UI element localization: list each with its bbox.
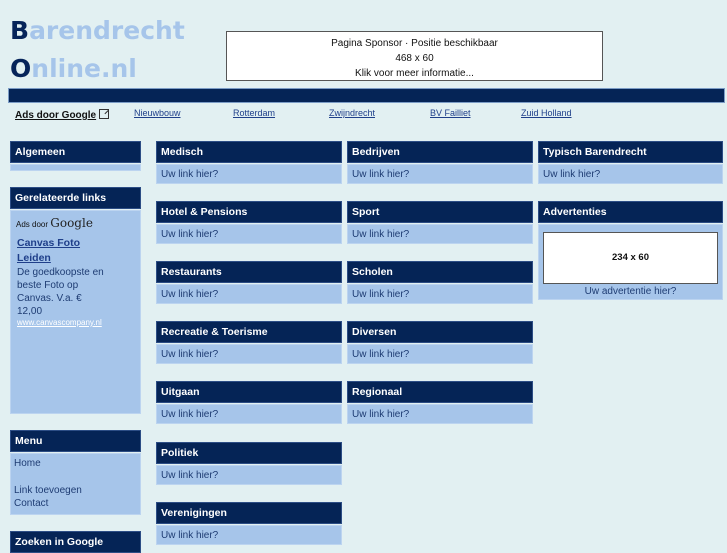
typisch-barendrecht-link[interactable]: Uw link hier? xyxy=(538,164,723,184)
category-regionaal: Regionaal Uw link hier? xyxy=(347,381,533,424)
category-header: Scholen xyxy=(347,261,533,283)
gerelateerde-links-header: Gerelateerde links xyxy=(10,187,141,209)
sponsor-size: 468 x 60 xyxy=(395,53,434,64)
menu-panel: Menu Home Link toevoegen Contact xyxy=(10,430,141,515)
ad-text-line-3: Canvas. V.a. € xyxy=(17,293,82,304)
sponsor-line-3: Klik voor meer informatie... xyxy=(355,68,474,79)
sponsor-line-1: Pagina Sponsor · Positie beschikbaar xyxy=(331,38,498,49)
sponsor-banner[interactable]: Pagina Sponsor · Positie beschikbaar 468… xyxy=(226,31,603,81)
ads-prefix: Ads door xyxy=(16,220,49,229)
category-link[interactable]: Uw link hier? xyxy=(156,164,342,184)
ad-text-line-1: De goedkoopste en xyxy=(17,267,104,278)
advertentie-link[interactable]: Uw advertentie hier? xyxy=(539,285,722,299)
category-medisch: Medisch Uw link hier? xyxy=(156,141,342,184)
menu-item-home[interactable]: Home xyxy=(14,457,137,470)
category-header: Recreatie & Toerisme xyxy=(156,321,342,343)
category-link[interactable]: Uw link hier? xyxy=(156,224,342,244)
algemeen-body xyxy=(10,164,141,171)
nav-bar xyxy=(8,88,725,103)
category-hotel-pensions: Hotel & Pensions Uw link hier? xyxy=(156,201,342,244)
ad-link-nieuwbouw[interactable]: Nieuwbouw xyxy=(134,108,181,118)
category-header: Diversen xyxy=(347,321,533,343)
external-link-icon xyxy=(99,109,110,119)
category-header: Bedrijven xyxy=(347,141,533,163)
category-politiek: Politiek Uw link hier? xyxy=(156,442,342,485)
category-header: Hotel & Pensions xyxy=(156,201,342,223)
logo-text-line2: nline.nl xyxy=(31,54,137,83)
gerelateerde-links-body: Ads door Google Canvas Foto Leiden De goe… xyxy=(10,210,141,414)
typisch-barendrecht-header: Typisch Barendrecht xyxy=(538,141,723,163)
category-recreatie-toerisme: Recreatie & Toerisme Uw link hier? xyxy=(156,321,342,364)
category-link[interactable]: Uw link hier? xyxy=(156,284,342,304)
category-link[interactable]: Uw link hier? xyxy=(347,404,533,424)
logo-text-line1: arendrecht xyxy=(29,16,185,45)
ad-url-link[interactable]: www.canvascompany.nl xyxy=(17,318,137,327)
menu-body: Home Link toevoegen Contact xyxy=(10,453,141,515)
menu-header: Menu xyxy=(10,430,141,452)
ad-link-zwijndrecht[interactable]: Zwijndrecht xyxy=(329,108,375,118)
ad-text-line-2: beste Foto op xyxy=(17,280,79,291)
category-link[interactable]: Uw link hier? xyxy=(156,465,342,485)
ad-text-line-4: 12,00 xyxy=(17,306,43,317)
google-logo: Google xyxy=(50,216,93,230)
category-header: Verenigingen xyxy=(156,502,342,524)
ad-title-link[interactable]: Canvas Foto Leiden xyxy=(17,236,137,266)
ad-link-zuid-holland[interactable]: Zuid Holland xyxy=(521,108,572,118)
ad-links-bar: Ads door Google Nieuwbouw Rotterdam Zwij… xyxy=(0,108,727,122)
ad-title-line-1: Canvas Foto xyxy=(17,237,81,249)
category-link[interactable]: Uw link hier? xyxy=(156,525,342,545)
category-bedrijven: Bedrijven Uw link hier? xyxy=(347,141,533,184)
category-sport: Sport Uw link hier? xyxy=(347,201,533,244)
category-diversen: Diversen Uw link hier? xyxy=(347,321,533,364)
site-logo[interactable]: Barendrecht Online.nl xyxy=(10,12,185,88)
ad-link-bv-failliet[interactable]: BV Failliet xyxy=(430,108,471,118)
category-verenigingen: Verenigingen Uw link hier? xyxy=(156,502,342,545)
logo-initial-o: O xyxy=(10,54,32,83)
gerelateerde-links-panel: Gerelateerde links Ads door Google Canva… xyxy=(10,187,141,414)
typisch-barendrecht-panel: Typisch Barendrecht Uw link hier? xyxy=(538,141,723,184)
category-header: Regionaal xyxy=(347,381,533,403)
zoeken-header: Zoeken in Google xyxy=(10,531,141,553)
category-header: Uitgaan xyxy=(156,381,342,403)
ad-title-line-2: Leiden xyxy=(17,252,51,264)
ad-description: De goedkoopste en beste Foto op Canvas. … xyxy=(17,266,137,318)
advertenties-body: 234 x 60 Uw advertentie hier? xyxy=(538,224,723,300)
category-link[interactable]: Uw link hier? xyxy=(156,404,342,424)
category-link[interactable]: Uw link hier? xyxy=(347,164,533,184)
algemeen-panel: Algemeen xyxy=(10,141,141,171)
menu-item-contact[interactable]: Contact xyxy=(14,497,137,510)
ads-by-google-badge[interactable]: Ads door Google xyxy=(16,216,137,230)
ad-link-rotterdam[interactable]: Rotterdam xyxy=(233,108,275,118)
category-link[interactable]: Uw link hier? xyxy=(347,224,533,244)
advertenties-header: Advertenties xyxy=(538,201,723,223)
category-header: Restaurants xyxy=(156,261,342,283)
category-link[interactable]: Uw link hier? xyxy=(347,344,533,364)
ads-by-google-link[interactable]: Ads door Google xyxy=(15,108,110,121)
category-uitgaan: Uitgaan Uw link hier? xyxy=(156,381,342,424)
ad-banner-placeholder[interactable]: 234 x 60 xyxy=(543,232,718,284)
ads-by-google-label: Ads door Google xyxy=(15,110,97,121)
advertenties-panel: Advertenties 234 x 60 Uw advertentie hie… xyxy=(538,201,723,300)
algemeen-header: Algemeen xyxy=(10,141,141,163)
category-header: Medisch xyxy=(156,141,342,163)
logo-initial-b: B xyxy=(10,16,30,45)
zoeken-panel: Zoeken in Google xyxy=(10,531,141,553)
category-scholen: Scholen Uw link hier? xyxy=(347,261,533,304)
category-header: Sport xyxy=(347,201,533,223)
menu-item-link-toevoegen[interactable]: Link toevoegen xyxy=(14,484,137,497)
category-link[interactable]: Uw link hier? xyxy=(156,344,342,364)
category-header: Politiek xyxy=(156,442,342,464)
category-link[interactable]: Uw link hier? xyxy=(347,284,533,304)
category-restaurants: Restaurants Uw link hier? xyxy=(156,261,342,304)
